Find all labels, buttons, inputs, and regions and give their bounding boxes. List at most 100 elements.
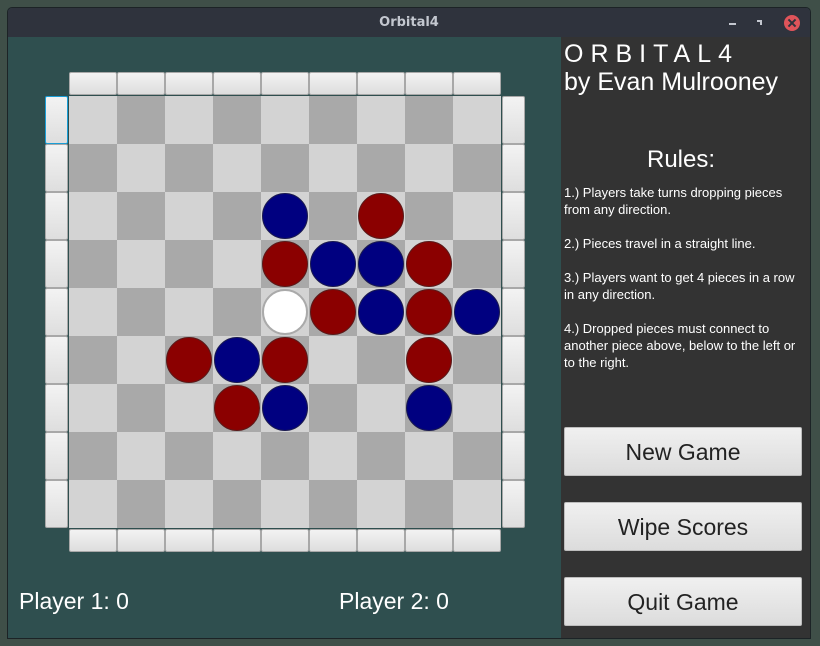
red-piece bbox=[262, 241, 308, 287]
rule-2: 2.) Pieces travel in a straight line. bbox=[564, 236, 756, 251]
drop-button-right[interactable] bbox=[502, 336, 525, 384]
board-cell bbox=[309, 384, 357, 432]
drop-button-top[interactable] bbox=[405, 72, 453, 95]
quit-game-button[interactable]: Quit Game bbox=[564, 577, 802, 626]
board-cell bbox=[213, 192, 261, 240]
board-cell bbox=[117, 480, 165, 528]
new-game-button[interactable]: New Game bbox=[564, 427, 802, 476]
drop-button-bottom[interactable] bbox=[261, 529, 309, 552]
drop-button-left[interactable] bbox=[45, 384, 68, 432]
board-cell bbox=[405, 96, 453, 144]
board-cell bbox=[453, 384, 501, 432]
board-cell bbox=[213, 288, 261, 336]
drop-button-top[interactable] bbox=[69, 72, 117, 95]
board-cell bbox=[357, 480, 405, 528]
board-cell bbox=[453, 96, 501, 144]
board-cell bbox=[261, 480, 309, 528]
board-cell bbox=[309, 480, 357, 528]
drop-button-left[interactable] bbox=[45, 480, 68, 528]
red-piece bbox=[358, 193, 404, 239]
board-cell bbox=[117, 144, 165, 192]
drop-button-right[interactable] bbox=[502, 192, 525, 240]
red-piece bbox=[406, 241, 452, 287]
red-piece bbox=[166, 337, 212, 383]
maximize-icon[interactable] bbox=[752, 15, 768, 31]
drop-button-bottom[interactable] bbox=[357, 529, 405, 552]
board-cell bbox=[357, 384, 405, 432]
drop-button-bottom[interactable] bbox=[213, 529, 261, 552]
board-cell bbox=[117, 336, 165, 384]
drop-button-bottom[interactable] bbox=[309, 529, 357, 552]
board-cell bbox=[453, 240, 501, 288]
board-cell bbox=[165, 144, 213, 192]
board-cell bbox=[117, 96, 165, 144]
drop-button-right[interactable] bbox=[502, 240, 525, 288]
red-piece bbox=[262, 337, 308, 383]
drop-button-left[interactable] bbox=[45, 96, 68, 144]
board-cell bbox=[357, 144, 405, 192]
blue-piece bbox=[214, 337, 260, 383]
red-piece bbox=[406, 337, 452, 383]
drop-button-left[interactable] bbox=[45, 432, 68, 480]
blue-piece bbox=[310, 241, 356, 287]
board-cell bbox=[117, 432, 165, 480]
drop-button-top[interactable] bbox=[165, 72, 213, 95]
drop-button-left[interactable] bbox=[45, 144, 68, 192]
board-cell bbox=[165, 96, 213, 144]
board-cell bbox=[69, 144, 117, 192]
app-logo: ORBITAL4 bbox=[564, 40, 740, 68]
board-cell bbox=[213, 240, 261, 288]
wipe-scores-button[interactable]: Wipe Scores bbox=[564, 502, 802, 551]
drop-button-left[interactable] bbox=[45, 336, 68, 384]
drop-button-bottom[interactable] bbox=[165, 529, 213, 552]
drop-button-top[interactable] bbox=[117, 72, 165, 95]
board-cell bbox=[69, 432, 117, 480]
drop-button-right[interactable] bbox=[502, 480, 525, 528]
board-cell bbox=[357, 432, 405, 480]
board-cell bbox=[69, 96, 117, 144]
window-title: Orbital4 bbox=[379, 15, 439, 30]
board-cell bbox=[165, 240, 213, 288]
drop-button-right[interactable] bbox=[502, 96, 525, 144]
drop-button-left[interactable] bbox=[45, 288, 68, 336]
board-cell bbox=[453, 192, 501, 240]
drop-button-right[interactable] bbox=[502, 384, 525, 432]
rule-4: 4.) Dropped pieces must connect to anoth… bbox=[564, 321, 796, 370]
red-piece bbox=[310, 289, 356, 335]
board-cell bbox=[165, 288, 213, 336]
board-cell bbox=[405, 480, 453, 528]
drop-button-top[interactable] bbox=[213, 72, 261, 95]
board-cell bbox=[213, 480, 261, 528]
drop-button-top[interactable] bbox=[309, 72, 357, 95]
drop-button-right[interactable] bbox=[502, 432, 525, 480]
drop-button-top[interactable] bbox=[453, 72, 501, 95]
board-cell bbox=[309, 144, 357, 192]
player2-score: Player 2: 0 bbox=[339, 588, 449, 614]
drop-button-bottom[interactable] bbox=[117, 529, 165, 552]
board-cell bbox=[261, 144, 309, 192]
drop-button-left[interactable] bbox=[45, 240, 68, 288]
drop-button-bottom[interactable] bbox=[453, 529, 501, 552]
drop-button-bottom[interactable] bbox=[69, 529, 117, 552]
board-cell bbox=[453, 336, 501, 384]
drop-button-bottom[interactable] bbox=[405, 529, 453, 552]
board-cell bbox=[69, 288, 117, 336]
rule-1: 1.) Players take turns dropping pieces f… bbox=[564, 185, 783, 217]
app-window: Orbital4 Player 1: 0 Player 2: 0 ORBITAL… bbox=[7, 7, 811, 639]
drop-button-top[interactable] bbox=[357, 72, 405, 95]
board-cell bbox=[165, 192, 213, 240]
rule-3: 3.) Players want to get 4 pieces in a ro… bbox=[564, 270, 795, 302]
sidebar: ORBITAL4 by Evan Mulrooney Rules: 1.) Pl… bbox=[561, 37, 810, 638]
drop-button-right[interactable] bbox=[502, 144, 525, 192]
title-bar[interactable]: Orbital4 bbox=[8, 8, 810, 37]
drop-button-left[interactable] bbox=[45, 192, 68, 240]
minimize-icon[interactable] bbox=[725, 15, 741, 31]
board-cell bbox=[453, 432, 501, 480]
close-icon[interactable] bbox=[784, 15, 800, 31]
board-cell bbox=[165, 480, 213, 528]
drop-button-right[interactable] bbox=[502, 288, 525, 336]
board-cell bbox=[309, 96, 357, 144]
board-cell bbox=[117, 240, 165, 288]
drop-button-top[interactable] bbox=[261, 72, 309, 95]
blue-piece bbox=[406, 385, 452, 431]
